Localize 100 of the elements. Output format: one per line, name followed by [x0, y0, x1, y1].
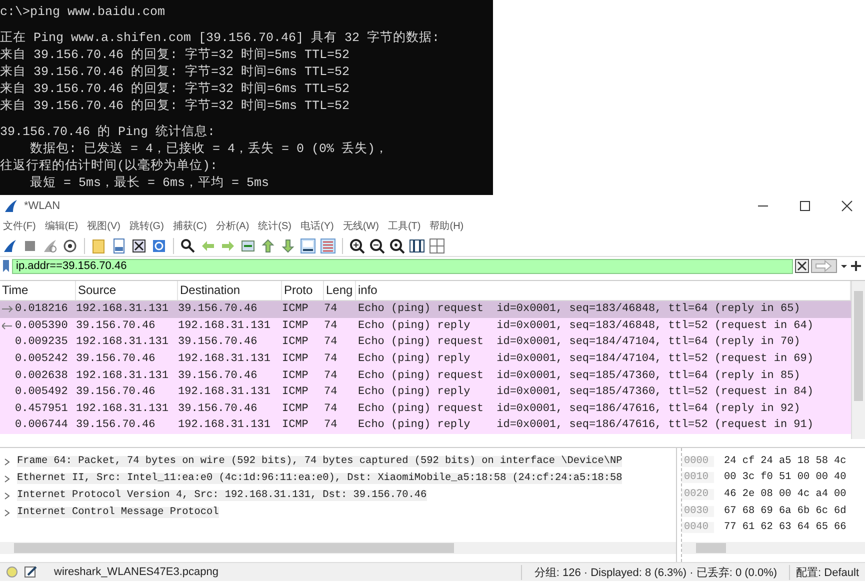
table-cell: ICMP	[282, 419, 308, 432]
chevron-right-icon[interactable]	[3, 492, 11, 500]
table-cell: 39.156.70.46	[76, 419, 156, 432]
terminal-line: 正在 Ping www.a.shifen.com [39.156.70.46] 具有 32 字节的数据:	[0, 30, 441, 47]
table-cell: Echo (ping) request id=0x0001, seq=186/47616, ttl=64 (reply in 92)	[358, 402, 800, 415]
tree-item[interactable]: Internet Protocol Version 4, Src: 192.168.31.131, Dst: 39.156.70.46	[17, 490, 427, 501]
menu-item[interactable]: 分析(A)	[216, 219, 250, 233]
columns-icon[interactable]	[409, 238, 425, 254]
up-arrow-icon[interactable]	[260, 238, 276, 254]
fin-icon[interactable]	[2, 238, 18, 254]
table-cell: 39.156.70.46	[76, 386, 156, 398]
table-cell: 39.156.70.46	[76, 353, 156, 366]
clear-icon[interactable]	[795, 259, 809, 273]
packet-row[interactable]: 0.002638 192.168.31.131 39.156.70.46 ICMP 74 Echo (ping) request id=0x0001, seq=185/47360, ttl=64 (reply in 85)	[0, 367, 851, 384]
scrollbar[interactable]	[0, 542, 676, 554]
zoom-in-icon[interactable]	[349, 238, 365, 254]
menu-item[interactable]: 编辑(E)	[44, 219, 78, 233]
menu-item[interactable]: 文件(F)	[3, 219, 36, 233]
tree-item[interactable]: Ethernet II, Src: Intel_11:ea:e0 (4c:1d:96:11:ea:e0), Dst: XiaomiMobile_a5:18:58 (24:cf:24:a5:18:58	[17, 473, 622, 484]
packet-row[interactable]: 0.018216 192.168.31.131 39.156.70.46 ICMP 74 Echo (ping) request id=0x0001, seq=183/46848, ttl=64 (reply in 65)	[0, 301, 851, 318]
menu-item[interactable]: 电话(Y)	[300, 219, 334, 233]
packet-row[interactable]: 0.009235 192.168.31.131 39.156.70.46 ICMP 74 Echo (ping) request id=0x0001, seq=184/47104, ttl=64 (reply in 70)	[0, 334, 851, 351]
column-header[interactable]: Time	[0, 281, 76, 300]
chevron-right-icon[interactable]	[3, 458, 11, 466]
column-header[interactable]: Source	[76, 281, 178, 300]
chevron-right-icon[interactable]	[3, 474, 11, 482]
tree-item[interactable]: Internet Control Message Protocol	[17, 507, 219, 518]
table-cell: 39.156.70.46	[76, 320, 156, 332]
down-arrow-icon[interactable]	[280, 238, 296, 254]
scrollbar[interactable]	[682, 542, 865, 554]
pencil-icon[interactable]	[24, 566, 38, 578]
search-icon[interactable]	[180, 238, 196, 254]
hex-offset: 0010	[682, 472, 714, 484]
hex-bytes: 46 2e 08 00 4c a4 00	[723, 488, 846, 500]
table-cell: Echo (ping) request id=0x0001, seq=185/47360, ttl=64 (reply in 85)	[358, 370, 800, 382]
table-cell: 0.005390	[15, 320, 68, 332]
menu-item[interactable]: 工具(T)	[388, 219, 421, 233]
filter-field[interactable]: ip.addr==39.156.70.46	[12, 258, 793, 274]
terminal-line: 往返行程的估计时间(以毫秒为单位):	[0, 158, 219, 175]
zoom-out-icon[interactable]	[369, 238, 385, 254]
table-cell: 74	[324, 419, 338, 432]
packet-row[interactable]: 0.005492 39.156.70.46 192.168.31.131 ICMP 74 Echo (ping) reply id=0x0001, seq=185/47360, ttl=52 (request in 84)	[0, 384, 851, 401]
table-cell: 39.156.70.46	[178, 402, 258, 415]
packet-row[interactable]: 0.457951 192.168.31.131 39.156.70.46 ICMP 74 Echo (ping) request id=0x0001, seq=186/47616, ttl=64 (reply in 92)	[0, 400, 851, 418]
table-cell: ICMP	[282, 370, 308, 382]
status-dot-icon	[6, 566, 18, 578]
table-cell: 74	[324, 336, 338, 348]
tree-item[interactable]: Frame 64: Packet, 74 bytes on wire (592 bits), 74 bytes captured (592 bits) on interface \Device\NP	[17, 456, 622, 467]
table-cell: Echo (ping) reply id=0x0001, seq=184/47104, ttl=52 (request in 69)	[358, 353, 814, 366]
zoom-reset-icon[interactable]	[389, 238, 405, 254]
table-cell: Echo (ping) request id=0x0001, seq=184/47104, ttl=64 (reply in 70)	[358, 336, 800, 348]
terminal-line: c:\>ping www.baidu.com	[0, 4, 166, 21]
column-header[interactable]: Leng	[324, 281, 356, 300]
grid-icon[interactable]	[429, 238, 445, 254]
close-icon[interactable]	[841, 200, 853, 212]
table-cell: ICMP	[282, 386, 308, 398]
table-cell: 0.002638	[15, 370, 68, 382]
hex-offset: 0000	[682, 456, 714, 467]
table-cell: ICMP	[282, 402, 308, 415]
bookmark-icon[interactable]	[2, 259, 10, 273]
menu-item[interactable]: 跳转(G)	[129, 219, 164, 233]
menu-item[interactable]: 统计(S)	[258, 219, 292, 233]
table-cell: ICMP	[282, 320, 308, 332]
packet-stats: 分组: 126 · Displayed: 8 (6.3%) · 已丢弃: 0 (0.0%)	[521, 564, 790, 580]
menu-item[interactable]: 视图(V)	[87, 219, 120, 233]
menu-item[interactable]: 无线(W)	[342, 219, 379, 233]
plus-icon[interactable]	[851, 261, 861, 271]
hex-offset: 0040	[682, 522, 714, 534]
close-file-icon[interactable]	[131, 238, 147, 254]
table-cell: 192.168.31.131	[76, 336, 168, 348]
packet-row[interactable]: 0.005242 39.156.70.46 192.168.31.131 ICMP 74 Echo (ping) reply id=0x0001, seq=184/47104, ttl=52 (request in 69)	[0, 350, 851, 368]
terminal-line: 来自 39.156.70.46 的回复: 字节=32 时间=6ms TTL=52	[0, 64, 351, 81]
column-header[interactable]: Proto	[282, 281, 324, 300]
window-title: *WLAN	[24, 200, 62, 212]
menu-item[interactable]: 帮助(H)	[430, 219, 464, 233]
table-cell: ICMP	[282, 353, 308, 366]
table-cell: 0.006744	[15, 419, 68, 432]
gear-icon[interactable]	[62, 238, 78, 254]
table-cell: 192.168.31.131	[178, 386, 270, 398]
hex-bytes: 24 cf 24 a5 18 58 4c	[723, 456, 846, 467]
document-icon[interactable]	[111, 238, 127, 254]
hex-offset: 0030	[682, 506, 714, 517]
table-cell: 74	[324, 402, 338, 415]
menu-item[interactable]: 捕获(C)	[172, 219, 207, 233]
hex-bytes: 00 3c f0 51 00 00 40	[723, 472, 846, 484]
terminal-line: 39.156.70.46 的 Ping 统计信息:	[0, 124, 216, 141]
packet-row[interactable]: 0.006744 39.156.70.46 192.168.31.131 ICMP 74 Echo (ping) reply id=0x0001, seq=186/47616, ttl=52 (request in 91)	[0, 417, 851, 434]
column-header[interactable]: Destination	[178, 281, 282, 300]
profile-label[interactable]: 配置: Default	[796, 564, 865, 580]
hex-bytes: 77 61 62 63 64 65 66	[723, 522, 846, 534]
scrollbar[interactable]	[851, 281, 865, 439]
table-cell: 192.168.31.131	[76, 402, 168, 415]
packet-row[interactable]: 0.005390 39.156.70.46 192.168.31.131 ICMP 74 Echo (ping) reply id=0x0001, seq=183/46848, ttl=52 (request in 64)	[0, 318, 851, 334]
table-cell: 74	[324, 370, 338, 382]
table-cell: 0.005492	[15, 386, 68, 398]
hex-offset: 0020	[682, 488, 714, 500]
table-cell: Echo (ping) reply id=0x0001, seq=185/47360, ttl=52 (request in 84)	[358, 386, 814, 398]
chevron-right-icon[interactable]	[3, 508, 11, 516]
maximize-icon[interactable]	[799, 200, 811, 212]
table-cell: 192.168.31.131	[178, 419, 270, 432]
